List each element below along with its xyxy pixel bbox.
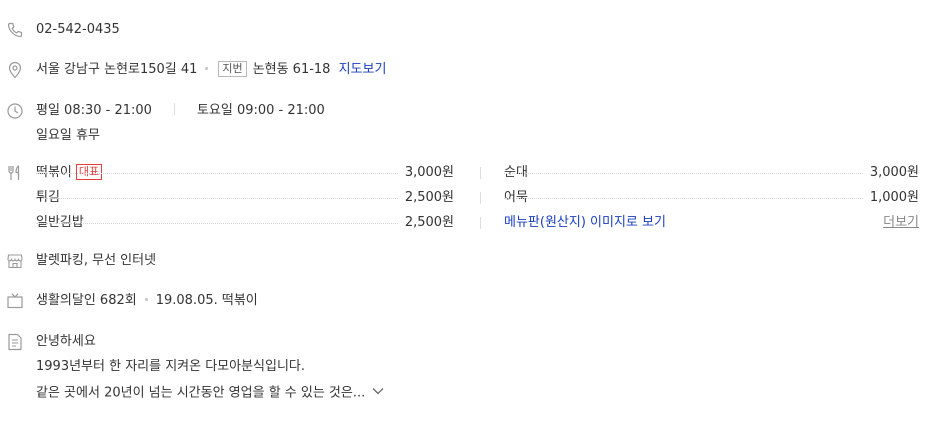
column-divider — [480, 192, 481, 204]
menu-item-price: 2,500원 — [398, 214, 454, 232]
menu-section: 떡볶이 대표 3,000원 튀김 2,500원 일반김밥 2,500원 순대 3,… — [0, 164, 932, 244]
more-link[interactable]: 더보기 — [883, 214, 919, 232]
phone-number[interactable]: 02-542-0435 — [36, 21, 120, 39]
store-icon — [6, 252, 24, 270]
menu-item: 일반김밥 2,500원 — [36, 214, 454, 232]
clock-icon — [6, 102, 24, 120]
menu-item: 순대 3,000원 — [504, 164, 919, 182]
intro-line: 1993년부터 한 자리를 지켜온 다모아분식입니다. — [36, 359, 306, 374]
separator-dot — [205, 67, 209, 70]
dotted-leader — [36, 173, 454, 174]
tv-program: 생활의달인 682회 — [36, 293, 137, 308]
column-divider — [480, 167, 481, 179]
separator-dot — [144, 298, 148, 301]
document-icon — [6, 333, 24, 351]
column-divider — [480, 217, 481, 229]
address-text: 서울 강남구 논현로150길 41 지번 논현동 61-18 지도보기 — [36, 61, 386, 79]
lot-address-tag: 지번 — [218, 61, 247, 77]
menu-item-price: 2,500원 — [398, 189, 454, 207]
facilities-text: 발렛파킹, 무선 인터넷 — [36, 253, 157, 268]
menu-image-link[interactable]: 메뉴판(원산지) 이미지로 보기 — [504, 214, 666, 232]
dotted-leader — [504, 198, 919, 199]
road-address: 서울 강남구 논현로150길 41 — [36, 62, 198, 77]
lot-address: 논현동 61-18 — [252, 62, 331, 77]
intro-title: 안녕하세요 — [36, 334, 96, 349]
intro-line-text: 같은 곳에서 20년이 넘는 시간동안 영업을 할 수 있는 것은... — [36, 385, 366, 401]
menu-item-price: 3,000원 — [398, 164, 454, 182]
representative-badge: 대표 — [75, 164, 103, 180]
dotted-leader — [504, 173, 919, 174]
menu-item: 어묵 1,000원 — [504, 189, 919, 207]
weekday-hours: 평일 08:30 - 21:00 — [36, 103, 152, 118]
menu-item-price: 1,000원 — [863, 189, 919, 207]
dotted-leader — [36, 198, 454, 199]
saturday-hours: 토요일 09:00 - 21:00 — [196, 103, 325, 118]
map-link[interactable]: 지도보기 — [339, 62, 387, 77]
tv-text: 생활의달인 682회 19.08.05. 떡볶이 — [36, 292, 258, 310]
utensils-icon — [6, 164, 24, 182]
menu-item: 튀김 2,500원 — [36, 189, 454, 207]
menu-item-price: 3,000원 — [863, 164, 919, 182]
phone-icon — [6, 21, 24, 39]
intro-line: 같은 곳에서 20년이 넘는 시간동안 영업을 할 수 있는 것은... — [36, 384, 385, 403]
dotted-leader — [36, 223, 454, 224]
location-pin-icon — [6, 61, 24, 79]
sunday-hours: 일요일 휴무 — [36, 128, 100, 143]
menu-item: 떡볶이 대표 3,000원 — [36, 164, 454, 182]
tv-detail: 19.08.05. 떡볶이 — [155, 293, 258, 308]
tv-icon — [6, 292, 24, 310]
hours-text: 평일 08:30 - 21:00 토요일 09:00 - 21:00 — [36, 102, 325, 120]
hours-divider — [173, 103, 175, 115]
expand-chevron-icon[interactable] — [371, 384, 385, 402]
